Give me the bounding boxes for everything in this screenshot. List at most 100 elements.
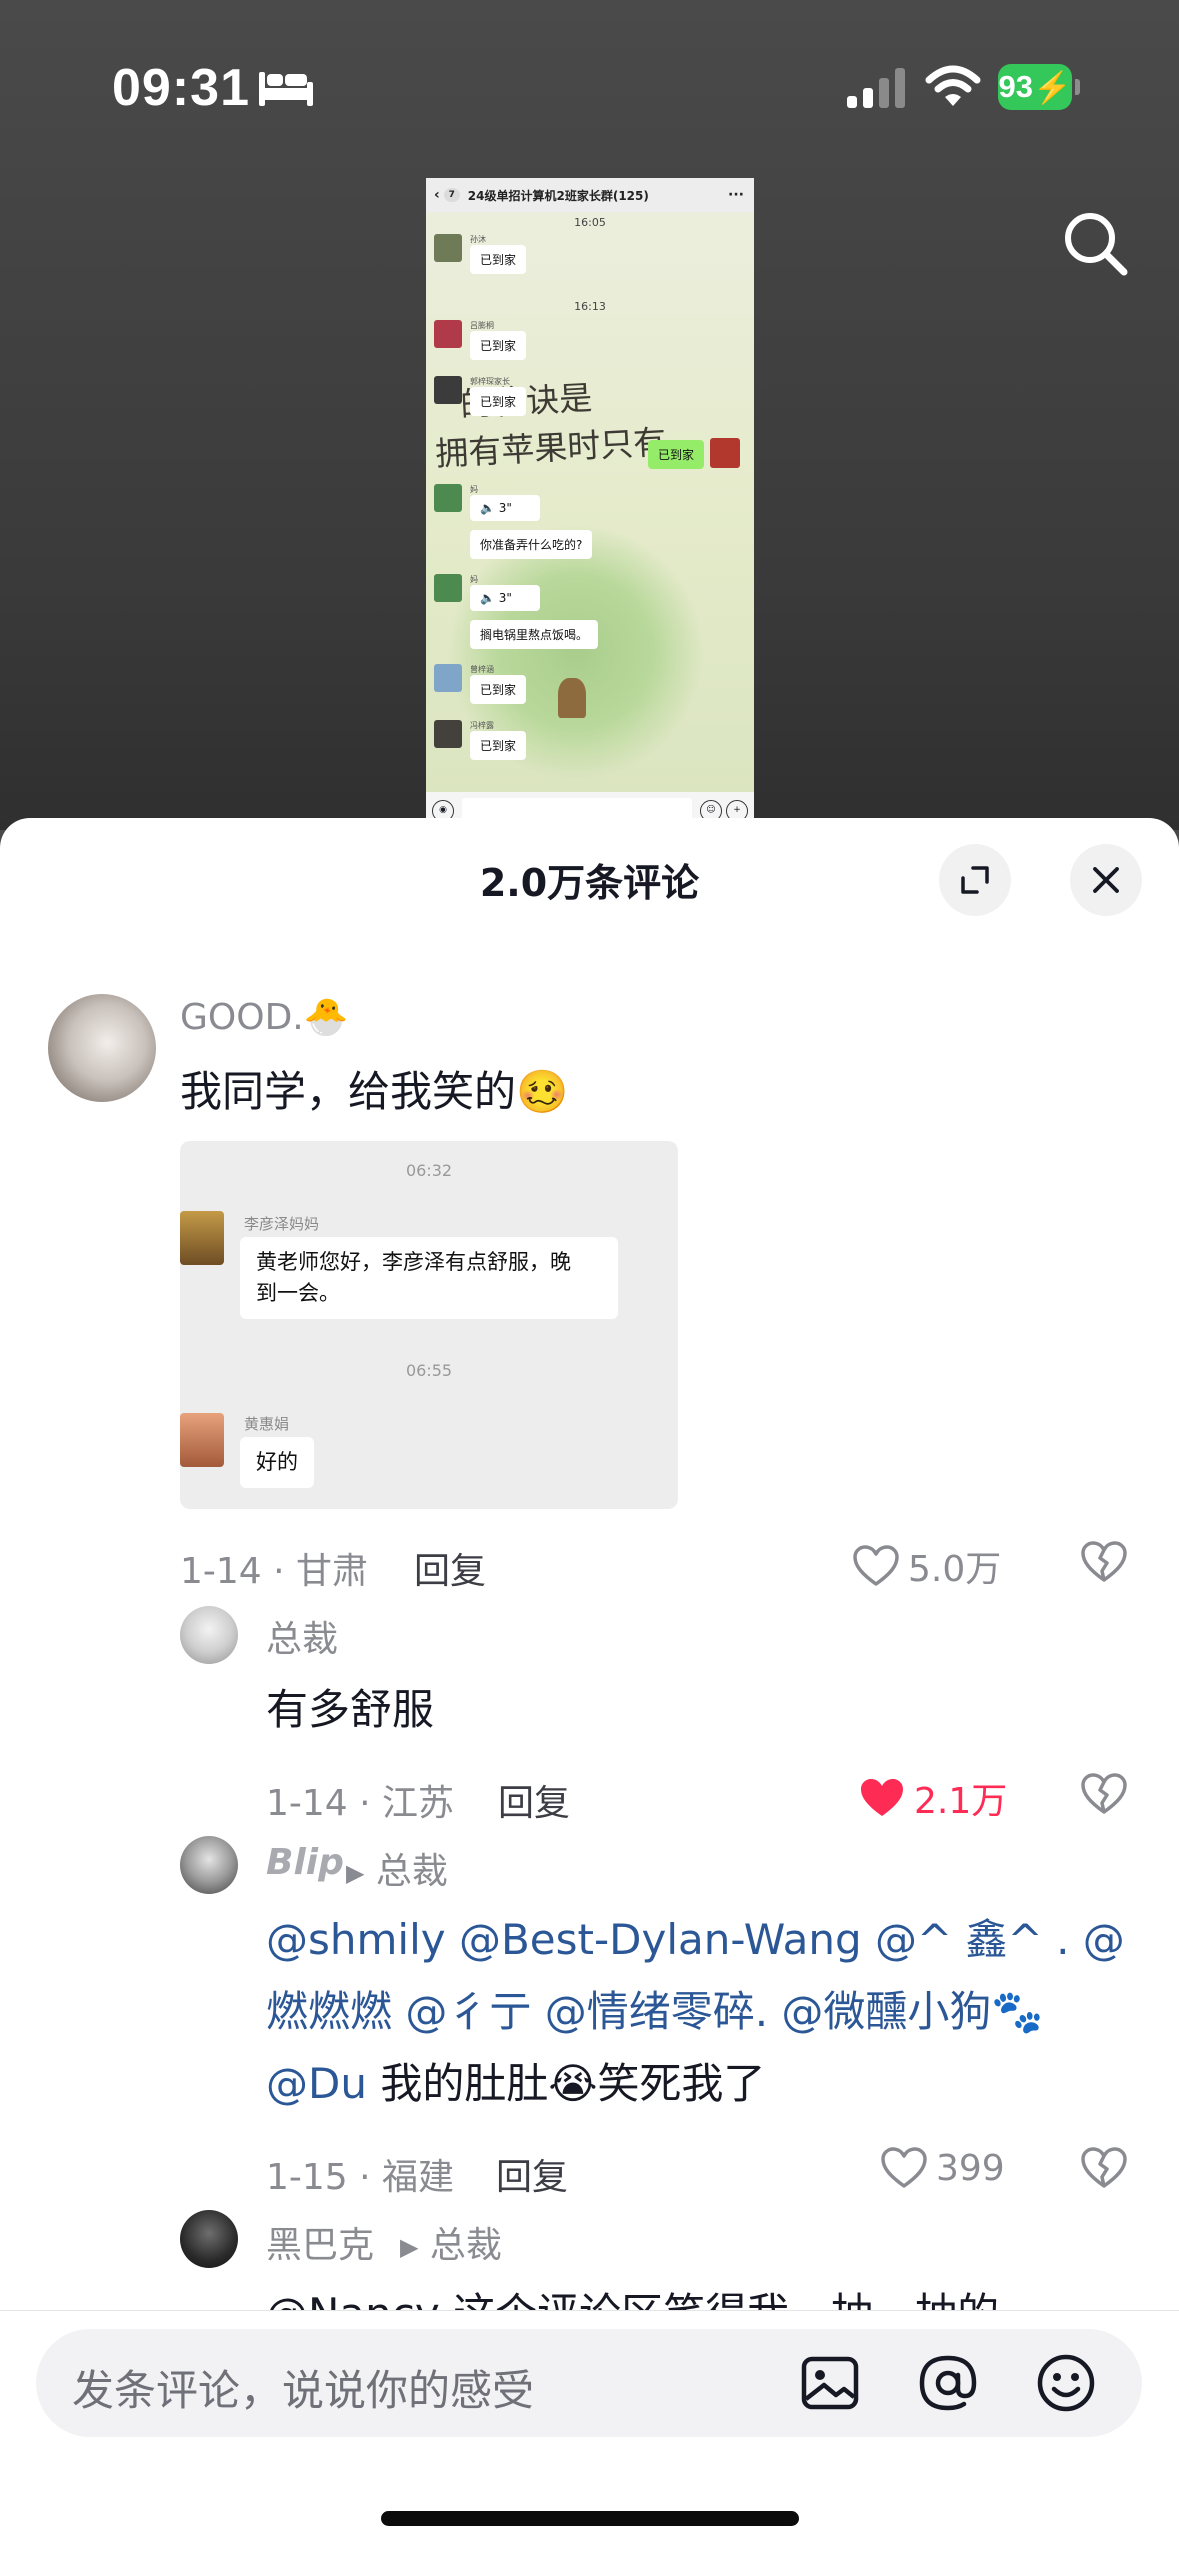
- video-chat-screenshot: ‹ 7 24级单招计算机2班家长群(125) ··· “ 的秘诀是 拥有苹果时只…: [426, 178, 754, 830]
- comment-author[interactable]: 黑巴克: [266, 2216, 374, 2268]
- expand-button[interactable]: [939, 844, 1011, 916]
- chat-message: 搁电锅里熬点饭喝。: [470, 620, 599, 649]
- reply-arrow-icon: ▶: [400, 2233, 419, 2261]
- reply-arrow-icon: ▶: [346, 1859, 365, 1887]
- emoji-icon[interactable]: [1034, 2351, 1098, 2415]
- sender-name: 妈: [470, 485, 478, 494]
- comment-author[interactable]: 总裁: [266, 1610, 338, 1662]
- sender-name: 孙沐: [470, 235, 486, 244]
- battery-bolt-icon: ⚡: [1032, 69, 1072, 105]
- back-icon: ‹: [434, 187, 440, 203]
- paw-emoji: 🐾: [991, 1987, 1044, 2036]
- comments-sheet: 2.0万条评论 GOOD.🐣 我同学，给我笑的🥴 06:32 李彦泽妈妈 黄老师…: [0, 818, 1179, 2556]
- comment-date-location: 1-14 · 江苏: [266, 1783, 455, 1824]
- sender-name: 李彦泽妈妈: [244, 1215, 320, 1233]
- comment-text-line: @Du 我的肚肚😭笑死我了: [266, 2050, 765, 2111]
- battery-charging-icon: 93 ⚡: [998, 64, 1080, 110]
- dislike-broken-heart-icon[interactable]: [1080, 1540, 1128, 1584]
- message-bubble: 你准备弄什么吃的?: [470, 530, 593, 559]
- comment-date-location: 1-14 · 甘肃: [180, 1551, 369, 1592]
- chat-message: 吕膨桐 已到家: [434, 320, 527, 360]
- wifi-icon: [925, 65, 981, 106]
- comment-author[interactable]: Blip: [266, 1842, 344, 1883]
- heart-icon: [853, 1545, 899, 1586]
- avatar[interactable]: [180, 1606, 238, 1664]
- sender-name: 吕膨桐: [470, 321, 494, 330]
- message-bubble: 已到家: [470, 675, 527, 704]
- avatar: [434, 664, 462, 692]
- like-count: 5.0万: [908, 1549, 1002, 1590]
- message-bubble: 已到家: [470, 331, 527, 360]
- voice-duration: 3": [498, 501, 512, 515]
- like-button[interactable]: 2.1万: [858, 1772, 1007, 1824]
- reply-to[interactable]: ▶ 总裁: [400, 2216, 502, 2268]
- chat-timestamp: 06:32: [405, 1161, 453, 1180]
- comment-text-line[interactable]: @shmily @Best-Dylan-Wang @^ 鑫^ . @: [266, 1906, 1125, 1967]
- chat-message: 孙沐 已到家: [434, 234, 527, 274]
- like-button[interactable]: 399: [880, 2146, 1005, 2190]
- chat-message: 郭梓琛家长 已到家: [434, 376, 527, 416]
- chat-message: 妈 🔈 3": [434, 484, 540, 521]
- comment-author[interactable]: GOOD.🐣: [180, 996, 349, 1038]
- voice-icon: 🔈: [480, 501, 499, 515]
- like-button[interactable]: 5.0万: [852, 1540, 1001, 1592]
- sender-name: 曾梓涵: [470, 665, 494, 674]
- home-indicator[interactable]: [381, 2511, 799, 2526]
- voice-message: 🔈 3": [470, 585, 540, 611]
- expand-icon: [961, 866, 989, 894]
- chat-timestamp: 16:05: [574, 216, 606, 229]
- heart-filled-icon: [861, 1779, 903, 1816]
- avatar[interactable]: [180, 1836, 238, 1894]
- comment-input-bar: 发条评论，说说你的感受: [0, 2310, 1179, 2556]
- chat-message: 妈 🔈 3": [434, 574, 540, 611]
- message-bubble: 已到家: [470, 731, 527, 760]
- message-bubble: 好的: [240, 1437, 314, 1488]
- status-bar: 09:31 93 ⚡: [0, 0, 1179, 150]
- sleep-bed-icon: [259, 72, 313, 106]
- at-icon[interactable]: [916, 2351, 980, 2415]
- dislike-broken-heart-icon[interactable]: [1080, 2146, 1128, 2190]
- voice-duration: 3": [498, 591, 512, 605]
- reply-button[interactable]: 回复: [498, 1774, 570, 1826]
- comment-text: 我的肚肚😭笑死我了: [366, 2059, 766, 2108]
- message-bubble: 已到家: [470, 387, 527, 416]
- avatar: [434, 484, 462, 512]
- reply-to-name: 总裁: [375, 1851, 448, 1892]
- battery-level: 93: [998, 69, 1033, 104]
- close-icon: [1093, 867, 1119, 893]
- sender-name: 冯梓露: [470, 721, 494, 730]
- chat-message: 曾梓涵 已到家: [434, 664, 527, 704]
- comment-input[interactable]: 发条评论，说说你的感受: [36, 2329, 1142, 2437]
- voice-message: 🔈 3": [470, 495, 540, 521]
- chat-timestamp: 06:55: [405, 1361, 453, 1380]
- comment-text: 我同学，给我笑的🥴: [180, 1067, 569, 1116]
- avatar: [434, 320, 462, 348]
- reply-button[interactable]: 回复: [496, 2148, 568, 2200]
- video-player[interactable]: 09:31 93 ⚡ ‹ 7 24级单招计算机2班家长群(125) ··· “ …: [0, 0, 1179, 830]
- image-icon[interactable]: [798, 2351, 862, 2415]
- comment-input-placeholder: 发条评论，说说你的感受: [72, 2366, 535, 2415]
- dislike-broken-heart-icon[interactable]: [1080, 1772, 1128, 1816]
- message-line: 到一会。: [256, 1281, 340, 1305]
- mention-link[interactable]: @Du: [266, 2059, 367, 2108]
- like-count: 399: [936, 2147, 1005, 2189]
- message-bubble: 搁电锅里熬点饭喝。: [470, 620, 599, 649]
- avatar[interactable]: [180, 2210, 238, 2268]
- comment-text-line: 燃燃燃 @彳亍 @情绪零碎. @微醺小狗🐾: [266, 1978, 1044, 2039]
- mention-links[interactable]: 燃燃燃 @彳亍 @情绪零碎. @微醺小狗: [266, 1987, 991, 2036]
- chat-title: 24级单招计算机2班家长群(125): [467, 188, 649, 203]
- voice-icon: 🔈: [480, 591, 499, 605]
- chat-timestamp: 16:13: [574, 300, 606, 313]
- heart-icon: [881, 2147, 927, 2188]
- avatar: [434, 376, 462, 404]
- status-time: 09:31: [112, 59, 250, 117]
- avatar[interactable]: [48, 994, 156, 1102]
- reply-to[interactable]: ▶ 总裁: [346, 1842, 448, 1894]
- search-icon[interactable]: [1060, 208, 1130, 278]
- apple-stem-icon: [558, 678, 586, 718]
- avatar: [434, 234, 462, 262]
- message-line: 黄老师您好，李彦泽有点舒服，晚: [256, 1250, 571, 1274]
- reply-button[interactable]: 回复: [414, 1542, 486, 1594]
- comment-image[interactable]: 06:32 李彦泽妈妈 黄老师您好，李彦泽有点舒服，晚 到一会。 06:55 黄…: [180, 1141, 678, 1509]
- close-button[interactable]: [1070, 844, 1142, 916]
